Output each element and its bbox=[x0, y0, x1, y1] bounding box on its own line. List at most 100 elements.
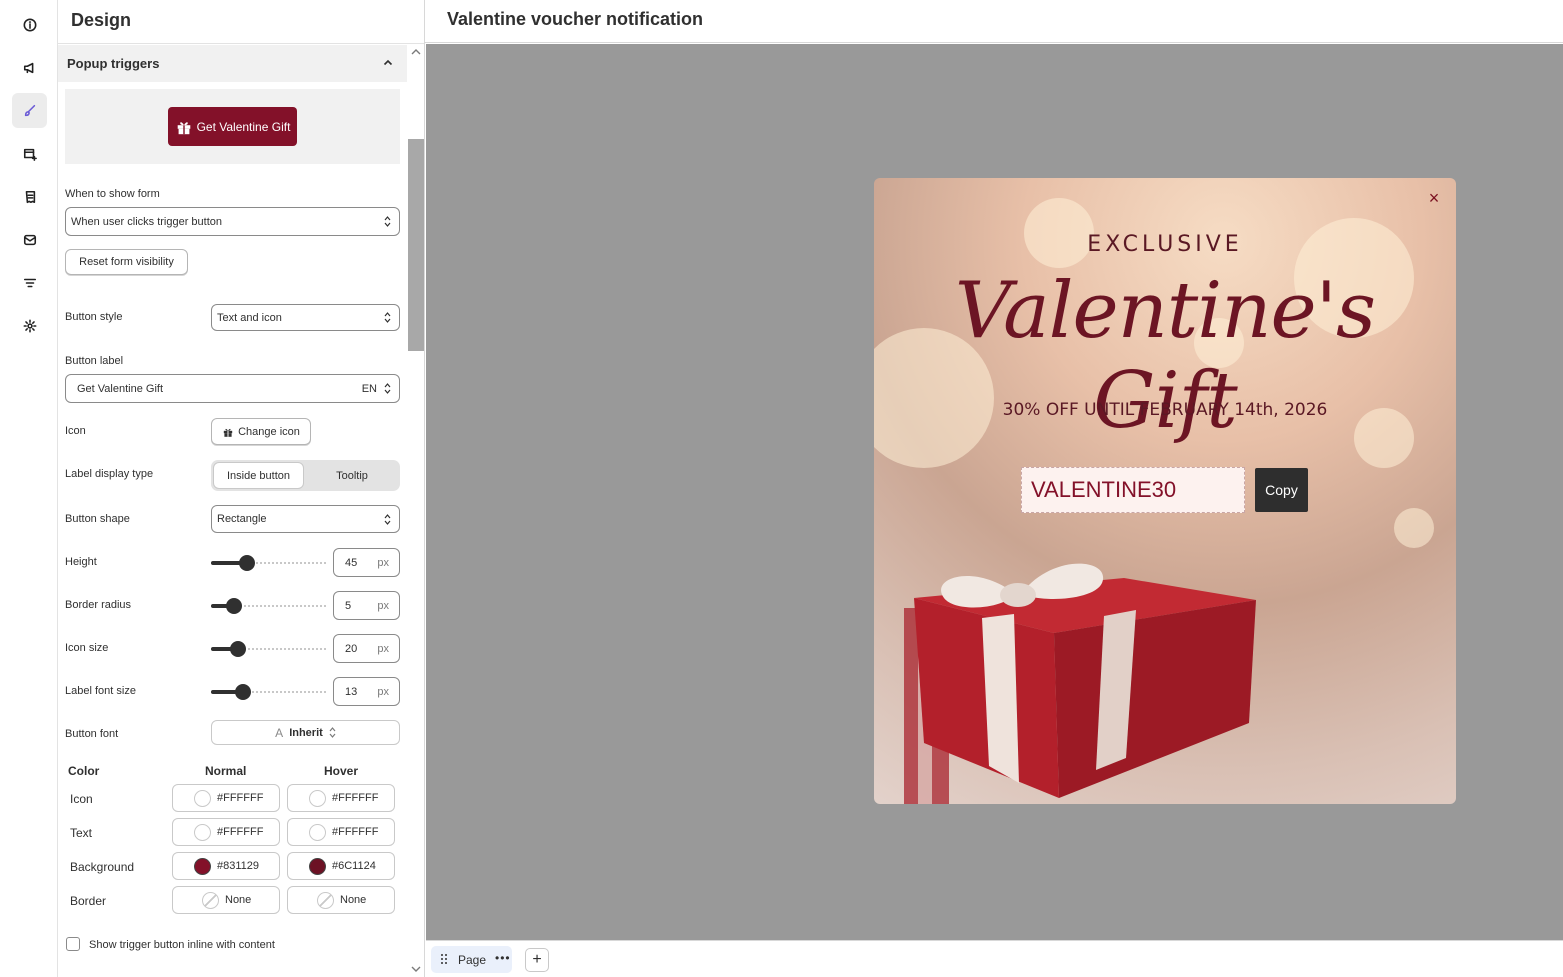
no-color-swatch bbox=[317, 891, 334, 909]
filter-icon[interactable] bbox=[12, 265, 47, 300]
gear-icon[interactable] bbox=[12, 308, 47, 343]
option-inside-button[interactable]: Inside button bbox=[213, 462, 304, 489]
when-to-show-label: When to show form bbox=[65, 188, 160, 200]
page-tab[interactable]: Page ••• bbox=[431, 946, 512, 973]
color-hex: #FFFFFF bbox=[217, 792, 264, 804]
language-selector[interactable]: EN bbox=[362, 383, 377, 395]
mail-icon[interactable] bbox=[12, 222, 47, 257]
scroll-up-icon[interactable] bbox=[411, 48, 421, 56]
label-font-size-label: Label font size bbox=[65, 685, 136, 697]
reset-visibility-label: Reset form visibility bbox=[79, 256, 174, 268]
height-value: 45 bbox=[345, 557, 358, 569]
no-color-swatch bbox=[202, 891, 219, 909]
receipt-icon[interactable] bbox=[12, 179, 47, 214]
section-header-popup-triggers[interactable]: Popup triggers bbox=[58, 45, 407, 82]
height-label: Height bbox=[65, 556, 97, 568]
page-bar: Page ••• + bbox=[426, 940, 1563, 977]
icon-hover-color[interactable]: #FFFFFF bbox=[287, 784, 395, 812]
button-font-label: Button font bbox=[65, 728, 119, 740]
megaphone-icon[interactable] bbox=[12, 50, 47, 85]
change-icon-button[interactable]: Change icon bbox=[211, 418, 311, 445]
font-glyph-icon: A bbox=[275, 725, 284, 740]
border-radius-input[interactable]: 5 px bbox=[333, 591, 400, 620]
trigger-button-label: Get Valentine Gift bbox=[196, 119, 291, 134]
label-font-size-slider[interactable] bbox=[211, 684, 326, 700]
panel-scrollbar[interactable] bbox=[407, 44, 424, 977]
background-hover-color[interactable]: #6C1124 bbox=[287, 852, 395, 880]
color-swatch bbox=[194, 823, 211, 841]
color-hex: #831129 bbox=[217, 860, 260, 872]
border-normal-color[interactable]: None bbox=[172, 886, 280, 914]
select-arrows-icon bbox=[384, 312, 391, 323]
inline-checkbox[interactable] bbox=[66, 937, 80, 951]
color-row-label: Background bbox=[70, 860, 135, 874]
brush-icon[interactable] bbox=[12, 93, 47, 128]
gift-icon bbox=[223, 428, 233, 437]
height-slider[interactable] bbox=[211, 555, 326, 571]
option-tooltip[interactable]: Tooltip bbox=[306, 462, 398, 489]
button-shape-label: Button shape bbox=[65, 513, 130, 525]
slider-knob[interactable] bbox=[238, 555, 255, 571]
select-arrows-icon bbox=[384, 383, 391, 394]
more-icon[interactable]: ••• bbox=[495, 951, 511, 965]
bokeh-light bbox=[1394, 508, 1434, 548]
copy-button[interactable]: Copy bbox=[1255, 468, 1308, 512]
gift-icon bbox=[177, 121, 190, 134]
label-display-label: Label display type bbox=[65, 468, 154, 480]
color-row-label: Icon bbox=[70, 792, 93, 806]
button-shape-select[interactable]: Rectangle bbox=[211, 505, 400, 533]
button-font-picker[interactable]: A Inherit bbox=[211, 720, 400, 745]
label-display-toggle: Inside button Tooltip bbox=[211, 460, 400, 491]
select-arrows-icon bbox=[384, 514, 391, 525]
button-style-select[interactable]: Text and icon bbox=[211, 304, 400, 331]
info-icon[interactable] bbox=[12, 7, 47, 42]
label-font-size-input[interactable]: 13 px bbox=[333, 677, 400, 706]
button-font-value: Inherit bbox=[289, 726, 323, 739]
page-tab-label: Page bbox=[458, 953, 487, 967]
reset-visibility-button[interactable]: Reset form visibility bbox=[65, 249, 188, 275]
trigger-button-preview[interactable]: Get Valentine Gift bbox=[168, 107, 297, 146]
icon-size-unit: px bbox=[377, 643, 389, 655]
border-hover-color[interactable]: None bbox=[287, 886, 395, 914]
inline-checkbox-label: Show trigger button inline with content bbox=[89, 939, 275, 951]
gift-box-image bbox=[904, 563, 1256, 804]
button-style-value: Text and icon bbox=[217, 311, 282, 324]
close-icon[interactable]: × bbox=[1426, 189, 1442, 207]
panel-title: Design bbox=[71, 10, 132, 30]
change-icon-label: Change icon bbox=[238, 425, 300, 438]
voucher-code[interactable]: VALENTINE30 bbox=[1021, 467, 1245, 513]
height-unit: px bbox=[377, 557, 389, 569]
slider-knob[interactable] bbox=[229, 641, 246, 657]
scroll-down-icon[interactable] bbox=[411, 965, 421, 973]
slider-knob[interactable] bbox=[225, 598, 242, 614]
icon-label: Icon bbox=[65, 425, 86, 437]
when-to-show-select[interactable]: When user clicks trigger button bbox=[65, 207, 400, 236]
label-font-size-unit: px bbox=[377, 686, 389, 698]
border-radius-slider[interactable] bbox=[211, 598, 326, 614]
preview-canvas: × EXCLUSIVE Valentine's Gift 30% OFF UNT… bbox=[426, 44, 1563, 940]
slider-knob[interactable] bbox=[234, 684, 251, 700]
icon-size-value: 20 bbox=[345, 643, 358, 655]
add-page-button[interactable]: + bbox=[525, 948, 549, 972]
background-normal-color[interactable]: #831129 bbox=[172, 852, 280, 880]
text-hover-color[interactable]: #FFFFFF bbox=[287, 818, 395, 846]
color-hex: #FFFFFF bbox=[332, 826, 379, 838]
icon-size-input[interactable]: 20 px bbox=[333, 634, 400, 663]
divider bbox=[58, 43, 424, 44]
icon-normal-color[interactable]: #FFFFFF bbox=[172, 784, 280, 812]
section-title: Popup triggers bbox=[67, 56, 160, 71]
border-radius-value: 5 bbox=[345, 600, 352, 612]
select-arrows-icon bbox=[384, 216, 391, 227]
border-radius-label: Border radius bbox=[65, 599, 132, 611]
button-label-input[interactable]: Get Valentine Gift EN bbox=[65, 374, 400, 403]
color-header: Color bbox=[68, 764, 100, 778]
drag-handle-icon[interactable] bbox=[440, 953, 448, 965]
height-input[interactable]: 45 px bbox=[333, 548, 400, 577]
icon-size-slider[interactable] bbox=[211, 641, 326, 657]
scroll-thumb[interactable] bbox=[408, 139, 424, 351]
button-shape-value: Rectangle bbox=[217, 513, 267, 525]
add-layout-icon[interactable] bbox=[12, 136, 47, 171]
text-normal-color[interactable]: #FFFFFF bbox=[172, 818, 280, 846]
chevron-up-icon bbox=[383, 59, 393, 66]
color-swatch bbox=[309, 789, 326, 807]
